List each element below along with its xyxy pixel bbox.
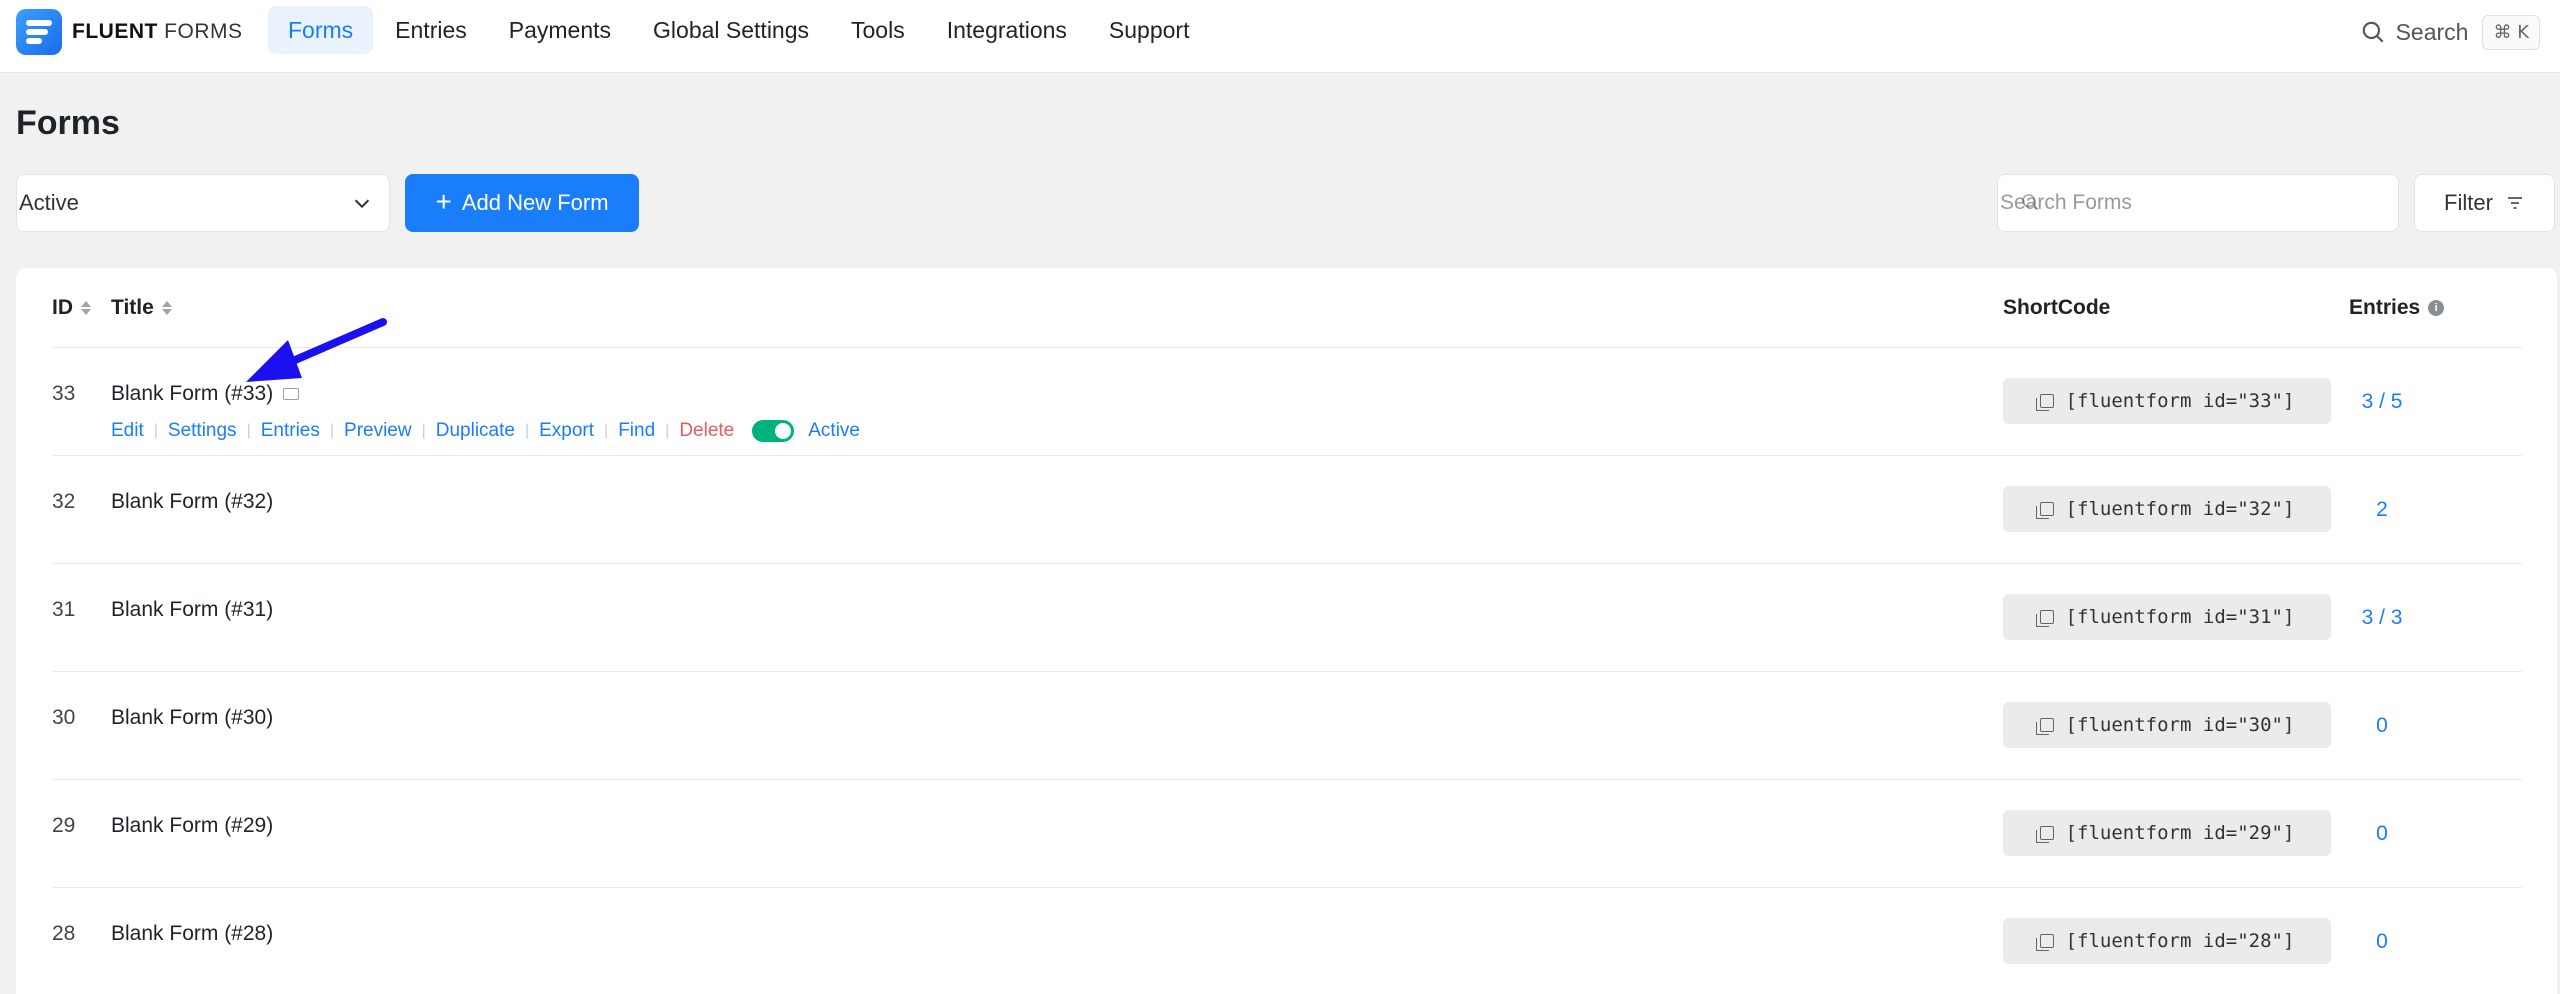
- nav-support[interactable]: Support: [1089, 6, 1210, 54]
- active-status-toggle[interactable]: [752, 420, 795, 442]
- search-forms-input[interactable]: [1998, 175, 2398, 231]
- column-header-id-label: ID: [52, 296, 73, 319]
- add-new-form-button[interactable]: + Add New Form: [405, 174, 639, 232]
- status-filter-value: Active: [19, 190, 79, 215]
- row-id: 30: [52, 706, 76, 729]
- add-new-form-label: Add New Form: [461, 190, 609, 215]
- row-title[interactable]: Blank Form (#28): [111, 922, 273, 946]
- table-header: ID Title ShortCode Entries i: [52, 268, 2522, 348]
- shortcode-text: [fluentform id="33"]: [2065, 390, 2295, 412]
- top-navigation-bar: FLUENT FORMS Forms Entries Payments Glob…: [0, 0, 2560, 73]
- row-title[interactable]: Blank Form (#29): [111, 814, 273, 838]
- column-header-shortcode-label: ShortCode: [2003, 296, 2111, 319]
- row-title-text: Blank Form (#33): [111, 382, 274, 405]
- copy-icon: [2035, 394, 2054, 411]
- row-actions: Edit | Settings | Entries | Preview | Duplic…: [111, 420, 860, 442]
- copy-icon: [2035, 610, 2054, 627]
- copy-icon: [2035, 934, 2054, 951]
- nav-tools[interactable]: Tools: [831, 6, 925, 54]
- fluent-forms-logo[interactable]: FLUENT FORMS: [16, 9, 243, 55]
- duplicate-link[interactable]: Duplicate: [436, 420, 515, 442]
- shortcode-text: [fluentform id="30"]: [2065, 714, 2295, 736]
- copy-icon: [2035, 826, 2054, 843]
- row-id: 32: [52, 490, 76, 513]
- search-icon: [2362, 21, 2384, 43]
- entries-count-link[interactable]: 0: [2322, 930, 2442, 954]
- column-header-shortcode: ShortCode: [2003, 296, 2110, 320]
- active-status-label: Active: [808, 420, 860, 441]
- row-id: 29: [52, 814, 76, 837]
- entries-link[interactable]: Entries: [261, 420, 320, 442]
- entries-count-link[interactable]: 0: [2322, 822, 2442, 846]
- row-title[interactable]: Blank Form (#31): [111, 598, 273, 622]
- table-row[interactable]: 28 Blank Form (#28) [fluentform id="28"]…: [52, 888, 2522, 994]
- entries-count-link[interactable]: 0: [2322, 714, 2442, 738]
- form-settings-icon[interactable]: [283, 388, 300, 401]
- info-icon[interactable]: i: [2428, 300, 2445, 316]
- table-row[interactable]: 30 Blank Form (#30) [fluentform id="30"]…: [52, 672, 2522, 780]
- entries-count-link[interactable]: 3 / 5: [2322, 390, 2442, 414]
- logo-text: FLUENT FORMS: [72, 20, 243, 44]
- table-row[interactable]: 32 Blank Form (#32) [fluentform id="32"]…: [52, 456, 2522, 564]
- column-header-title-label: Title: [111, 296, 154, 319]
- shortcode-copy-button[interactable]: [fluentform id="28"]: [2003, 918, 2331, 964]
- sort-icon: [81, 301, 91, 315]
- shortcode-copy-button[interactable]: [fluentform id="30"]: [2003, 702, 2331, 748]
- logo-text-bold: FLUENT: [72, 20, 158, 43]
- column-header-entries-label: Entries: [2349, 296, 2421, 319]
- settings-link[interactable]: Settings: [168, 420, 237, 442]
- sort-icon: [161, 301, 172, 315]
- shortcode-text: [fluentform id="28"]: [2065, 930, 2295, 952]
- search-icon: [2022, 194, 2039, 211]
- copy-icon: [2035, 718, 2054, 735]
- global-search-button[interactable]: Search ⌘ K: [2360, 10, 2540, 54]
- column-header-entries: Entries i: [2349, 296, 2445, 320]
- edit-link[interactable]: Edit: [111, 420, 144, 442]
- global-search-label: Search: [2395, 18, 2469, 45]
- logo-text-light: FORMS: [164, 20, 243, 43]
- shortcode-copy-button[interactable]: [fluentform id="29"]: [2003, 810, 2331, 856]
- column-header-title[interactable]: Title: [111, 296, 172, 320]
- row-title[interactable]: Blank Form (#32): [111, 490, 273, 514]
- column-header-id[interactable]: ID: [52, 296, 91, 320]
- main-nav: Forms Entries Payments Global Settings T…: [268, 6, 1211, 54]
- page-title: Forms: [16, 104, 120, 142]
- nav-integrations[interactable]: Integrations: [927, 6, 1087, 54]
- shortcode-copy-button[interactable]: [fluentform id="33"]: [2003, 378, 2331, 424]
- status-filter-select[interactable]: Active: [16, 174, 390, 232]
- filter-lines-icon: [2507, 197, 2522, 209]
- filter-button[interactable]: Filter: [2414, 174, 2555, 232]
- search-shortcut-badge: ⌘ K: [2482, 14, 2540, 50]
- fluent-forms-logo-icon: [16, 9, 62, 55]
- forms-table: ID Title ShortCode Entries i 33 Blank Fo…: [16, 268, 2557, 994]
- row-title[interactable]: Blank Form (#30): [111, 706, 273, 730]
- row-id: 33: [52, 382, 76, 405]
- shortcode-text: [fluentform id="29"]: [2065, 822, 2295, 844]
- entries-count-link[interactable]: 3 / 3: [2322, 606, 2442, 630]
- shortcode-text: [fluentform id="31"]: [2065, 606, 2295, 628]
- preview-link[interactable]: Preview: [344, 420, 412, 442]
- chevron-down-icon: [354, 199, 370, 209]
- plus-icon: +: [435, 185, 452, 217]
- delete-link[interactable]: Delete: [679, 420, 734, 442]
- row-title[interactable]: Blank Form (#33): [111, 382, 300, 406]
- filter-label: Filter: [2444, 190, 2493, 215]
- table-row[interactable]: 29 Blank Form (#29) [fluentform id="29"]…: [52, 780, 2522, 888]
- row-id: 31: [52, 598, 76, 621]
- shortcode-copy-button[interactable]: [fluentform id="32"]: [2003, 486, 2331, 532]
- nav-payments[interactable]: Payments: [489, 6, 631, 54]
- find-link[interactable]: Find: [618, 420, 655, 442]
- table-row[interactable]: 31 Blank Form (#31) [fluentform id="31"]…: [52, 564, 2522, 672]
- nav-forms[interactable]: Forms: [268, 6, 374, 54]
- entries-count-link[interactable]: 2: [2322, 498, 2442, 522]
- shortcode-copy-button[interactable]: [fluentform id="31"]: [2003, 594, 2331, 640]
- copy-icon: [2035, 502, 2054, 519]
- row-id: 28: [52, 922, 76, 945]
- nav-entries[interactable]: Entries: [375, 6, 487, 54]
- nav-global-settings[interactable]: Global Settings: [633, 6, 829, 54]
- search-forms-field[interactable]: [1997, 174, 2399, 232]
- table-row[interactable]: 33 Blank Form (#33) Edit | Settings | Entr…: [52, 348, 2522, 456]
- export-link[interactable]: Export: [539, 420, 594, 442]
- shortcode-text: [fluentform id="32"]: [2065, 498, 2295, 520]
